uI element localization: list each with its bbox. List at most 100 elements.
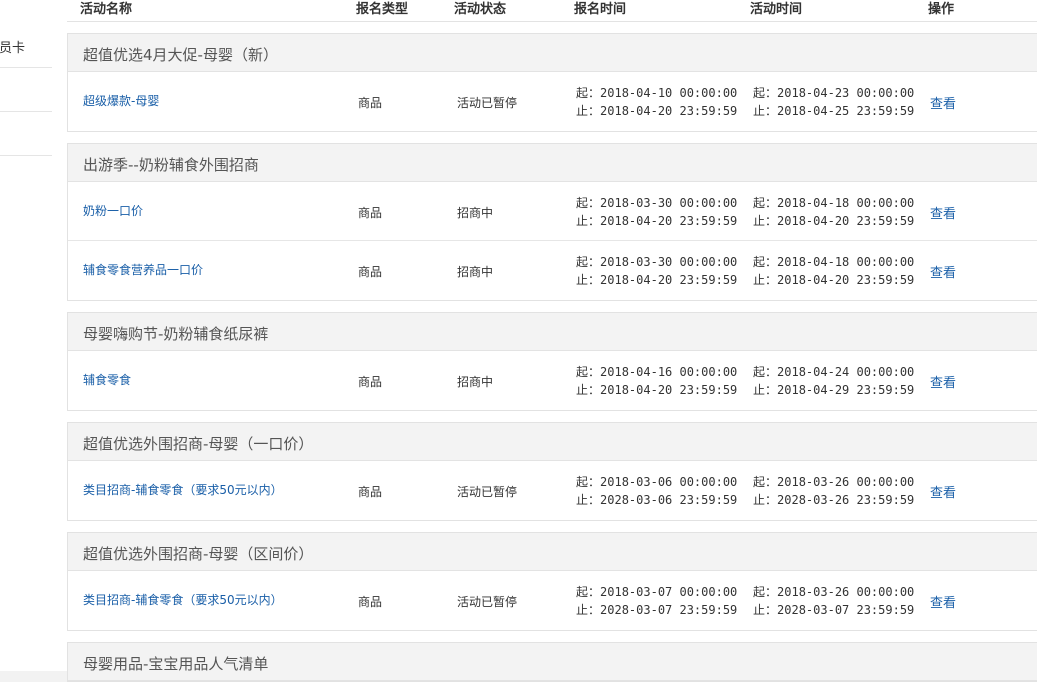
end-time-value: 2018-04-20 23:59:59 xyxy=(777,214,915,228)
group-title: 超值优选4月大促-母婴（新） xyxy=(83,46,278,64)
end-time-value: 2028-03-07 23:59:59 xyxy=(777,603,915,617)
end-time-value: 2018-04-20 23:59:59 xyxy=(600,383,738,397)
activity-time-range: 起：2018-03-26 00:00:00 止：2028-03-26 23:59:… xyxy=(753,473,914,509)
start-time-value: 2018-04-16 00:00:00 xyxy=(600,365,738,379)
start-time-value: 2018-04-24 00:00:00 xyxy=(777,365,915,379)
activity-time-range: 起：2018-03-26 00:00:00 止：2028-03-07 23:59:… xyxy=(753,583,914,619)
group-title: 超值优选外围招商-母婴（一口价） xyxy=(83,435,314,453)
end-time-label: 止： xyxy=(753,104,778,118)
activity-status: 招商中 xyxy=(457,206,494,220)
start-time-label: 起： xyxy=(576,86,601,100)
start-time-label: 起： xyxy=(753,196,778,210)
end-time-value: 2018-04-20 23:59:59 xyxy=(600,104,738,118)
activity-status: 活动已暂停 xyxy=(457,96,518,110)
signup-time-range: 起：2018-04-10 00:00:00 止：2018-04-20 23:59:… xyxy=(576,84,737,120)
activity-group: 超值优选外围招商-母婴（一口价） 类目招商-辅食零食（要求50元以内） 商品 活动已暂… xyxy=(67,422,1037,521)
end-time-label: 止： xyxy=(576,383,601,397)
start-time-value: 2018-03-26 00:00:00 xyxy=(777,475,915,489)
start-time-label: 起： xyxy=(576,365,601,379)
sidebar-item-label: 会员卡 xyxy=(0,41,26,56)
end-time-label: 止： xyxy=(753,273,778,287)
activity-status: 活动已暂停 xyxy=(457,485,518,499)
activity-name-link[interactable]: 类目招商-辅食零食（要求50元以内） xyxy=(83,591,283,608)
activity-time-range: 起：2018-04-18 00:00:00 止：2018-04-20 23:59:… xyxy=(753,194,914,230)
signup-time-range: 起：2018-03-30 00:00:00 止：2018-04-20 23:59:… xyxy=(576,253,737,289)
sidebar-item[interactable] xyxy=(0,68,52,112)
end-time-value: 2018-04-29 23:59:59 xyxy=(777,383,915,397)
signup-time-range: 起：2018-03-30 00:00:00 止：2018-04-20 23:59:… xyxy=(576,194,737,230)
end-time-label: 止： xyxy=(576,493,601,507)
table-row: 类目招商-辅食零食（要求50元以内） 商品 活动已暂停 起：2018-03-07 00… xyxy=(68,571,1037,630)
activity-time-range: 起：2018-04-23 00:00:00 止：2018-04-25 23:59:… xyxy=(753,84,914,120)
table-row: 辅食零食营养品一口价 商品 招商中 起：2018-03-30 00:00:00 止：20… xyxy=(68,241,1037,300)
activity-group: 超值优选外围招商-母婴（区间价） 类目招商-辅食零食（要求50元以内） 商品 活动已暂… xyxy=(67,532,1037,631)
signup-type: 商品 xyxy=(358,96,383,110)
activity-group: 母婴用品-宝宝用品人气清单 xyxy=(67,642,1037,682)
end-time-label: 止： xyxy=(753,214,778,228)
start-time-label: 起： xyxy=(753,475,778,489)
end-time-label: 止： xyxy=(576,273,601,287)
end-time-label: 止： xyxy=(753,603,778,617)
start-time-value: 2018-04-18 00:00:00 xyxy=(777,196,915,210)
column-header-reg-time: 报名时间 xyxy=(574,2,627,17)
view-link[interactable]: 查看 xyxy=(930,93,956,112)
end-time-label: 止： xyxy=(753,493,778,507)
end-time-label: 止： xyxy=(576,603,601,617)
signup-time-range: 起：2018-03-07 00:00:00 止：2028-03-07 23:59:… xyxy=(576,583,737,619)
end-time-value: 2018-04-20 23:59:59 xyxy=(600,214,738,228)
column-header-status: 活动状态 xyxy=(454,2,507,17)
column-header-act-time: 活动时间 xyxy=(750,2,803,17)
column-header-name: 活动名称 xyxy=(80,2,133,17)
end-time-label: 止： xyxy=(753,383,778,397)
activity-name-link[interactable]: 辅食零食 xyxy=(83,371,131,388)
table-row: 类目招商-辅食零食（要求50元以内） 商品 活动已暂停 起：2018-03-06 00… xyxy=(68,461,1037,520)
signup-time-range: 起：2018-03-06 00:00:00 止：2028-03-06 23:59:… xyxy=(576,473,737,509)
group-header: 超值优选外围招商-母婴（一口价） xyxy=(68,423,1037,461)
sidebar-item-membership-card[interactable]: 会员卡 xyxy=(0,24,52,68)
end-time-value: 2028-03-06 23:59:59 xyxy=(600,493,738,507)
signup-type: 商品 xyxy=(358,595,383,609)
view-link[interactable]: 查看 xyxy=(930,203,956,222)
group-header: 出游季--奶粉辅食外围招商 xyxy=(68,144,1037,182)
group-header: 超值优选外围招商-母婴（区间价） xyxy=(68,533,1037,571)
view-link[interactable]: 查看 xyxy=(930,262,956,281)
start-time-value: 2018-03-07 00:00:00 xyxy=(600,585,738,599)
activity-status: 招商中 xyxy=(457,265,494,279)
signup-time-range: 起：2018-04-16 00:00:00 止：2018-04-20 23:59:… xyxy=(576,363,737,399)
column-header-operation: 操作 xyxy=(928,2,955,17)
activity-name-link[interactable]: 奶粉一口价 xyxy=(83,202,143,219)
view-link[interactable]: 查看 xyxy=(930,372,956,391)
activity-name-link[interactable]: 辅食零食营养品一口价 xyxy=(83,261,203,278)
end-time-label: 止： xyxy=(576,104,601,118)
sidebar: 会员卡 xyxy=(0,0,53,671)
group-title: 母婴嗨购节-奶粉辅食纸尿裤 xyxy=(83,325,269,343)
signup-type: 商品 xyxy=(358,375,383,389)
table-header: 活动名称 报名类型 活动状态 报名时间 活动时间 操作 xyxy=(67,0,1037,22)
start-time-value: 2018-04-18 00:00:00 xyxy=(777,255,915,269)
view-link[interactable]: 查看 xyxy=(930,482,956,501)
activity-group: 超值优选4月大促-母婴（新） 超级爆款-母婴 商品 活动已暂停 起：2018-04-10… xyxy=(67,33,1037,132)
start-time-value: 2018-04-23 00:00:00 xyxy=(777,86,915,100)
group-header: 超值优选4月大促-母婴（新） xyxy=(68,34,1037,72)
activity-group: 出游季--奶粉辅食外围招商 奶粉一口价 商品 招商中 起：2018-03-30 00:0… xyxy=(67,143,1037,301)
activity-name-link[interactable]: 超级爆款-母婴 xyxy=(83,92,159,109)
activity-name-link[interactable]: 类目招商-辅食零食（要求50元以内） xyxy=(83,481,283,498)
signup-type: 商品 xyxy=(358,265,383,279)
view-link[interactable]: 查看 xyxy=(930,592,956,611)
end-time-value: 2028-03-07 23:59:59 xyxy=(600,603,738,617)
start-time-label: 起： xyxy=(576,475,601,489)
start-time-label: 起： xyxy=(576,585,601,599)
start-time-value: 2018-03-26 00:00:00 xyxy=(777,585,915,599)
group-title: 出游季--奶粉辅食外围招商 xyxy=(83,156,259,174)
end-time-value: 2028-03-26 23:59:59 xyxy=(777,493,915,507)
group-header: 母婴用品-宝宝用品人气清单 xyxy=(68,643,1037,681)
sidebar-item[interactable] xyxy=(0,112,52,156)
group-header: 母婴嗨购节-奶粉辅食纸尿裤 xyxy=(68,313,1037,351)
start-time-value: 2018-03-30 00:00:00 xyxy=(600,255,738,269)
start-time-value: 2018-04-10 00:00:00 xyxy=(600,86,738,100)
end-time-value: 2018-04-25 23:59:59 xyxy=(777,104,915,118)
table-row: 辅食零食 商品 招商中 起：2018-04-16 00:00:00 止：2018-04-… xyxy=(68,351,1037,410)
activity-time-range: 起：2018-04-18 00:00:00 止：2018-04-20 23:59:… xyxy=(753,253,914,289)
start-time-label: 起： xyxy=(753,585,778,599)
start-time-label: 起： xyxy=(753,86,778,100)
